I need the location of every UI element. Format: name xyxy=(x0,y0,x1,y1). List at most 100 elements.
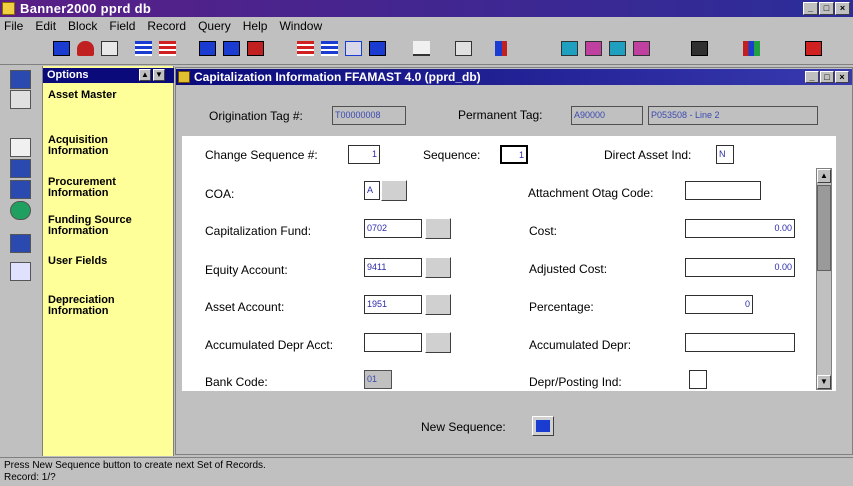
accumulated-depr-acct-label: Accumulated Depr Acct: xyxy=(205,338,334,352)
menu-block[interactable]: Block xyxy=(68,19,97,33)
print-icon[interactable] xyxy=(98,38,122,60)
maximize-button[interactable]: □ xyxy=(819,2,834,15)
excel-icon[interactable] xyxy=(10,159,31,178)
menu-edit[interactable]: Edit xyxy=(35,19,56,33)
cost-field[interactable]: 0.00 xyxy=(685,219,795,238)
chart-icon[interactable] xyxy=(492,38,516,60)
coa-field[interactable]: A xyxy=(364,181,380,200)
coa-search-button[interactable] xyxy=(381,180,407,201)
form-maximize-button[interactable]: □ xyxy=(820,71,834,83)
print-screen-icon[interactable] xyxy=(452,38,476,60)
accumulated-depr-acct-search-button[interactable] xyxy=(425,332,451,353)
vertical-scrollbar[interactable]: ▲ ▼ xyxy=(816,168,832,390)
options-header: Options ▲ ▼ xyxy=(43,68,174,83)
new-sequence-button[interactable] xyxy=(532,416,554,436)
menu-field[interactable]: Field xyxy=(109,19,135,33)
cancel-query-icon[interactable] xyxy=(244,38,268,60)
capitalization-fund-label: Capitalization Fund: xyxy=(205,224,312,238)
depr-posting-ind-field[interactable] xyxy=(689,370,707,389)
duplicate-icon[interactable] xyxy=(342,38,366,60)
exit-icon[interactable] xyxy=(802,38,826,60)
form-title-bar: Capitalization Information FFAMAST 4.0 (… xyxy=(176,69,852,85)
menu-record[interactable]: Record xyxy=(147,19,186,33)
execute-query-icon[interactable] xyxy=(220,38,244,60)
new-sequence-icon xyxy=(536,420,550,432)
form-title: Capitalization Information FFAMAST 4.0 (… xyxy=(194,70,481,84)
menu-bar: File Edit Block Field Record Query Help … xyxy=(0,17,853,35)
direct-asset-ind-field[interactable]: N xyxy=(716,145,734,164)
option-user-fields[interactable]: User Fields xyxy=(48,256,168,267)
option-procurement-information[interactable]: Procurement Information xyxy=(48,177,168,199)
cost-label: Cost: xyxy=(529,224,558,238)
app-icon xyxy=(2,2,15,15)
books-icon[interactable] xyxy=(740,38,764,60)
scrollbar-thumb[interactable] xyxy=(817,185,831,271)
close-button[interactable]: × xyxy=(835,2,850,15)
word-icon[interactable] xyxy=(10,138,31,157)
record-indicator: Record: 1/? xyxy=(4,472,56,483)
adjusted-cost-field[interactable]: 0.00 xyxy=(685,258,795,277)
equity-account-search-button[interactable] xyxy=(425,257,451,278)
option-funding-source-information[interactable]: Funding Source Information xyxy=(48,215,168,237)
option-acquisition-information[interactable]: Acquisition Information xyxy=(48,135,168,157)
edit-icon[interactable] xyxy=(410,38,434,60)
equity-account-label: Equity Account: xyxy=(205,263,288,277)
coa-label: COA: xyxy=(205,187,235,201)
dataset-icon[interactable] xyxy=(10,262,31,281)
accumulated-depr-acct-field[interactable] xyxy=(364,333,422,352)
save-icon[interactable] xyxy=(50,38,74,60)
globe-icon[interactable] xyxy=(10,201,31,220)
change-sequence-label: Change Sequence #: xyxy=(205,148,318,162)
accumulated-depr-label: Accumulated Depr: xyxy=(529,338,632,352)
direct-asset-ind-label: Direct Asset Ind: xyxy=(604,148,692,162)
bank-code-field[interactable]: 01 xyxy=(364,370,392,389)
insert-record-icon[interactable] xyxy=(294,38,318,60)
status-bar: Press New Sequence button to create next… xyxy=(0,457,853,486)
grid-icon[interactable] xyxy=(10,90,31,109)
workflow-icon[interactable] xyxy=(10,234,31,253)
asset-account-label: Asset Account: xyxy=(205,300,285,314)
document-icon[interactable] xyxy=(10,180,31,199)
help-icon[interactable] xyxy=(558,38,582,60)
scroll-up-arrow[interactable]: ▲ xyxy=(817,169,831,183)
attachment-otag-field[interactable] xyxy=(685,181,761,200)
app-title: Banner2000 pprd db xyxy=(20,1,152,16)
options-restore-button[interactable]: ▲ xyxy=(139,69,151,81)
form-minimize-button[interactable]: _ xyxy=(805,71,819,83)
previous-block-icon[interactable] xyxy=(132,38,156,60)
origination-tag-field[interactable]: T00000008 xyxy=(332,106,406,125)
equity-account-field[interactable]: 9411 xyxy=(364,258,422,277)
minimize-button[interactable]: _ xyxy=(803,2,818,15)
percentage-field[interactable]: 0 xyxy=(685,295,753,314)
remove-record-icon[interactable] xyxy=(318,38,342,60)
adjusted-cost-label: Adjusted Cost: xyxy=(529,262,608,276)
permanent-tag-field[interactable]: A90000 xyxy=(571,106,643,125)
depr-posting-ind-label: Depr/Posting Ind: xyxy=(529,375,622,389)
sequence-field[interactable]: 1 xyxy=(500,145,528,164)
option-depreciation-information[interactable]: Depreciation Information xyxy=(48,295,168,317)
rollback-icon[interactable] xyxy=(74,38,98,60)
options-dropdown-button[interactable]: ▼ xyxy=(153,69,165,81)
scroll-down-arrow[interactable]: ▼ xyxy=(817,375,831,389)
attachment-otag-label: Attachment Otag Code: xyxy=(528,186,654,200)
form-close-button[interactable]: × xyxy=(835,71,849,83)
menu-file[interactable]: File xyxy=(4,19,23,33)
change-sequence-field[interactable]: 1 xyxy=(348,145,380,164)
asset-account-field[interactable]: 1951 xyxy=(364,295,422,314)
clear-icon[interactable] xyxy=(366,38,390,60)
list-values-icon[interactable] xyxy=(606,38,630,60)
menu-window[interactable]: Window xyxy=(279,19,322,33)
calculator-icon[interactable] xyxy=(688,38,712,60)
form-icon[interactable] xyxy=(10,70,31,89)
asset-account-search-button[interactable] xyxy=(425,294,451,315)
option-asset-master[interactable]: Asset Master xyxy=(48,90,168,101)
enter-query-icon[interactable] xyxy=(196,38,220,60)
next-block-icon[interactable] xyxy=(156,38,180,60)
menu-query[interactable]: Query xyxy=(198,19,231,33)
capitalization-fund-field[interactable]: 0702 xyxy=(364,219,422,238)
menu-help[interactable]: Help xyxy=(243,19,268,33)
accumulated-depr-field[interactable] xyxy=(685,333,795,352)
count-icon[interactable] xyxy=(630,38,654,60)
item-help-icon[interactable] xyxy=(582,38,606,60)
capitalization-fund-search-button[interactable] xyxy=(425,218,451,239)
